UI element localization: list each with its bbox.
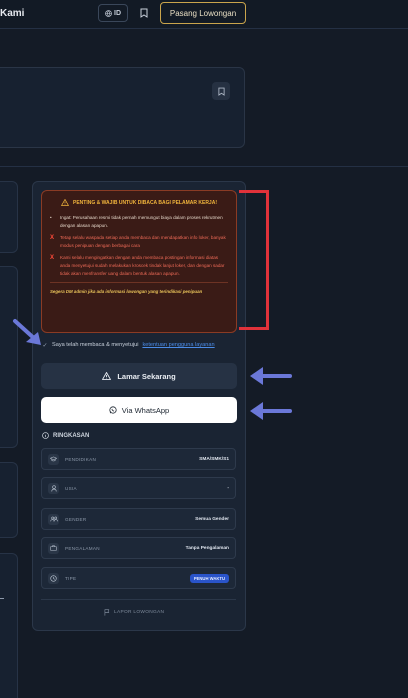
- whatsapp-icon: [109, 406, 117, 414]
- warning-notice: PENTING & WAJIB UNTUK DIBACA BAGI PELAMA…: [41, 190, 237, 333]
- section-divider: [0, 166, 408, 167]
- save-job-button[interactable]: [212, 82, 230, 100]
- summary-row-type: TIPE PENUH WAKTU: [41, 567, 236, 589]
- warning-icon: [61, 199, 69, 206]
- summary-title: RINGKASAN: [53, 432, 90, 439]
- report-job-link[interactable]: LAPOR LOWONGAN: [104, 609, 164, 616]
- summary-value: Tanpa Pengalaman: [185, 545, 229, 551]
- language-button[interactable]: ID: [98, 4, 128, 22]
- clock-icon: [48, 572, 59, 584]
- summary-row-experience: PENGALAMAN Tanpa Pengalaman: [41, 537, 236, 559]
- terms-link[interactable]: ketentuan pengguna layanan: [142, 342, 214, 348]
- content-card: [0, 181, 18, 253]
- x-icon: X: [50, 255, 55, 261]
- report-label: LAPOR LOWONGAN: [114, 610, 165, 615]
- summary-row-education: PENDIDIKAN SMA/SMK/S1: [41, 448, 236, 470]
- summary-label: TIPE: [65, 575, 77, 581]
- summary-value: -: [227, 485, 229, 491]
- content-card: [0, 462, 18, 538]
- notice-item: X Tetap selalu waspada setiap anda memba…: [50, 234, 228, 250]
- notice-item-text: Kami selalu mengingatkan dengan anda mem…: [60, 255, 225, 276]
- summary-row-age: USIA -: [41, 477, 236, 499]
- summary-label: GENDER: [65, 516, 87, 522]
- users-icon: [48, 513, 59, 525]
- bookmark-icon: [140, 8, 148, 18]
- notice-item: • Ingat: Perusahaan resmi tidak pernah m…: [50, 214, 228, 230]
- annotation-arrow-whatsapp: [250, 402, 292, 420]
- annotation-arrow-diagonal: [13, 319, 41, 345]
- notice-item: X Kami selalu mengingatkan dengan anda m…: [50, 254, 228, 278]
- annotation-red-bracket: [239, 190, 269, 330]
- annotation-arrow-apply: [250, 367, 292, 385]
- post-job-button[interactable]: Pasang Lowongan: [160, 2, 246, 24]
- user-icon: [48, 482, 59, 494]
- agreement-row[interactable]: ✓ Saya telah membaca & menyetujui ketent…: [42, 342, 214, 349]
- notice-item-text: Tetap selalu waspada setiap anda membaca…: [60, 235, 226, 248]
- bookmark-icon: [217, 87, 225, 96]
- summary-row-gender: GENDER Semua Gender: [41, 508, 236, 530]
- bullet-icon: •: [50, 215, 52, 220]
- job-header-panel: [0, 67, 245, 148]
- info-icon: [42, 432, 49, 439]
- notice-title-row: PENTING & WAJIB UNTUK DIBACA BAGI PELAMA…: [50, 199, 228, 206]
- globe-icon: [105, 9, 112, 17]
- notice-footer: Segera DM admin jika ada informasi lowon…: [50, 289, 203, 294]
- brand-name[interactable]: Kami: [0, 8, 24, 19]
- summary-label: PENGALAMAN: [65, 545, 100, 551]
- graduation-cap-icon: [48, 453, 59, 465]
- summary-label: PENDIDIKAN: [65, 456, 97, 462]
- warning-icon: [102, 372, 112, 380]
- notice-title: PENTING & WAJIB UNTUK DIBACA BAGI PELAMA…: [73, 199, 217, 206]
- content-divider: [0, 598, 4, 599]
- bookmark-button[interactable]: [138, 6, 150, 20]
- content-card: [0, 266, 18, 448]
- summary-heading: RINGKASAN: [42, 432, 89, 439]
- x-icon: X: [50, 235, 55, 241]
- summary-value: SMA/SMK/S1: [199, 456, 229, 462]
- apply-now-label: Lamar Sekarang: [117, 371, 176, 381]
- whatsapp-button[interactable]: Via WhatsApp: [41, 397, 237, 423]
- summary-label: USIA: [65, 485, 77, 491]
- language-label: ID: [114, 9, 121, 17]
- notice-item-text: Ingat: Perusahaan resmi tidak pernah mem…: [60, 215, 223, 228]
- content-card: [0, 553, 18, 698]
- notice-divider: [50, 282, 228, 283]
- whatsapp-label: Via WhatsApp: [121, 405, 170, 415]
- summary-value: Semua Gender: [195, 516, 229, 522]
- agreement-text: Saya telah membaca & menyetujui: [52, 342, 139, 348]
- briefcase-icon: [48, 542, 59, 554]
- summary-divider: [41, 599, 236, 600]
- job-type-badge: PENUH WAKTU: [189, 573, 229, 583]
- flag-icon: [104, 609, 110, 616]
- apply-now-button[interactable]: Lamar Sekarang: [41, 363, 237, 389]
